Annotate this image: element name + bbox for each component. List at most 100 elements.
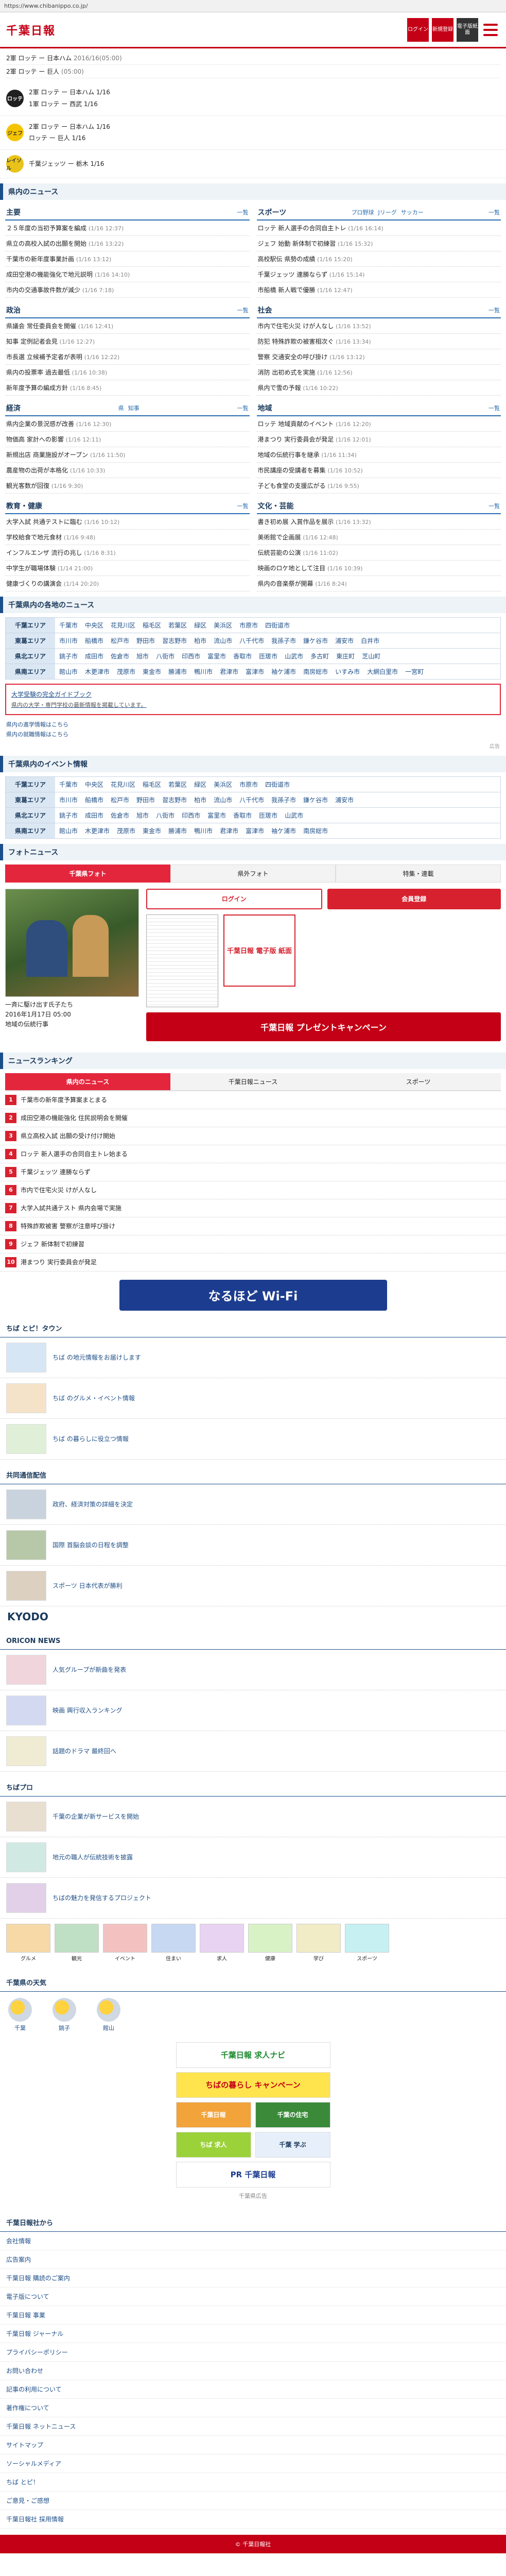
area-label[interactable]: 千葉エリア [6,618,55,633]
town-link[interactable]: 袖ケ浦市 [271,826,296,835]
news-subtab[interactable]: サッカー [401,208,424,216]
town-link[interactable]: 匝瑳市 [259,811,277,820]
news-item[interactable]: 物価高 家計への影響 (1/16 12:11) [5,432,250,448]
ranking-item[interactable]: 4 ロッテ 新人選手の合同自主トレ始まる [0,1145,506,1163]
news-item[interactable]: ジェフ 始動 新体制で初練習 (1/16 15:32) [256,236,501,252]
town-link[interactable]: 柏市 [194,636,206,645]
company-link[interactable]: 千葉日報社 採用情報 [0,2510,506,2529]
town-link[interactable]: 中央区 [85,780,103,789]
news-item[interactable]: 美術館で企画展 (1/16 12:48) [256,530,501,546]
town-link[interactable]: 袖ケ浦市 [271,667,296,676]
more-link[interactable]: 一覧 [237,208,249,216]
media-item[interactable]: スポーツ 日本代表が勝利 [0,1566,506,1606]
area-label[interactable]: 県北エリア [6,807,55,823]
news-item[interactable]: 市民講座の受講者を募集 (1/16 10:52) [256,463,501,479]
town-link[interactable]: 八街市 [156,811,175,820]
weather-item[interactable]: 館山 [97,1997,120,2032]
epaper-button[interactable]: 電子版紙面 [457,18,478,42]
area-label[interactable]: 県南エリア [6,823,55,838]
ranking-item[interactable]: 5 千葉ジェッツ 連勝ならず [0,1163,506,1181]
news-item[interactable]: 知事 定例記者会見 (1/16 12:27) [5,334,250,350]
news-item[interactable]: 千葉市の新年度事業計画 (1/16 13:12) [5,251,250,267]
news-item[interactable]: 県立の高校入試の出願を開始 (1/16 13:22) [5,236,250,252]
town-link[interactable]: 旭市 [136,652,149,660]
ranking-item[interactable]: 10 港まつり 実行委員会が発足 [0,1253,506,1272]
news-subtab[interactable]: Jリーグ [378,208,396,216]
media-item[interactable]: 人気グループが新曲を発表 [0,1650,506,1690]
team-block[interactable]: ロッテ 2軍 ロッテ ー 日本ハム 1/16 1軍 ロッテ ー 西武 1/16 [0,81,506,116]
town-link[interactable]: 印西市 [182,652,200,660]
company-link[interactable]: 千葉日報 ネットニュース [0,2417,506,2436]
news-item[interactable]: 防犯 特殊詐欺の被害相次ぐ (1/16 13:34) [256,334,501,350]
team-block[interactable]: ジェフ 2軍 ロッテ ー 日本ハム 1/16 ロッテ ー 巨人 1/16 [0,116,506,150]
town-link[interactable]: 市原市 [239,780,258,789]
town-link[interactable]: 市川市 [59,636,78,645]
news-subtab[interactable]: 県 [118,404,124,412]
town-link[interactable]: 富津市 [246,667,264,676]
news-item[interactable]: 県議会 常任委員会を開催 (1/16 12:41) [5,318,250,334]
company-link[interactable]: 千葉日報 購読のご案内 [0,2269,506,2287]
site-logo[interactable]: 千葉日報 [6,22,56,38]
town-link[interactable]: 花見川区 [111,621,135,630]
town-link[interactable]: 南房総市 [303,826,328,835]
news-item[interactable]: 消防 出初め式を実施 (1/16 12:56) [256,365,501,381]
media-item[interactable]: 千葉の企業が新サービスを開始 [0,1797,506,1837]
company-link[interactable]: 千葉日報 ジャーナル [0,2325,506,2343]
news-item[interactable]: 高校駅伝 県勢の成績 (1/16 15:20) [256,251,501,267]
town-link[interactable]: 習志野市 [162,636,187,645]
town-link[interactable]: 鎌ケ谷市 [303,795,328,804]
town-link[interactable]: 東庄町 [336,652,355,660]
town-link[interactable]: 千葉市 [59,621,78,630]
town-link[interactable]: 八千代市 [239,795,264,804]
town-link[interactable]: 銚子市 [59,811,78,820]
weather-item[interactable]: 銚子 [53,1997,76,2032]
town-link[interactable]: 浦安市 [335,795,354,804]
company-link[interactable]: 著作権について [0,2399,506,2417]
media-item[interactable]: ちばの魅力を発信するプロジェクト [0,1878,506,1919]
town-link[interactable]: 中央区 [85,621,103,630]
media-item[interactable]: 国際 首脳会談の日程を調整 [0,1525,506,1566]
member-register-button[interactable]: 会員登録 [327,888,501,909]
town-link[interactable]: 千葉市 [59,780,78,789]
company-link[interactable]: 会社情報 [0,2232,506,2250]
ranking-item[interactable]: 6 市内で住宅火災 けが人なし [0,1181,506,1199]
news-item[interactable]: インフルエンザ 流行の兆し (1/16 8:31) [5,545,250,561]
town-link[interactable]: 佐倉市 [111,811,129,820]
company-link[interactable]: 千葉日報 事業 [0,2306,506,2325]
ad-banner[interactable]: ちば 求人 [176,2131,251,2158]
news-item[interactable]: 市内で住宅火災 けが人なし (1/16 13:52) [256,318,501,334]
town-link[interactable]: 富津市 [246,826,264,835]
schedule-item[interactable]: 2軍 ロッテ ー 日本ハム 2016/16(05:00) [6,52,500,65]
news-item[interactable]: 農産物の出荷が本格化 (1/16 10:33) [5,463,250,479]
news-column-title[interactable]: スポーツ [258,207,287,217]
town-link[interactable]: 君津市 [220,667,238,676]
ranking-item[interactable]: 7 大学入試共通テスト 県内会場で実施 [0,1199,506,1217]
town-link[interactable]: 成田市 [85,652,103,660]
chibapro-tile[interactable]: グルメ [6,1923,50,1962]
ranking-item[interactable]: 9 ジェフ 新体制で初練習 [0,1235,506,1253]
news-column-title[interactable]: 政治 [6,305,21,315]
town-link[interactable]: 東金市 [143,826,161,835]
chibapro-tile[interactable]: 観光 [55,1923,99,1962]
town-link[interactable]: 白井市 [361,636,379,645]
chibapro-tile[interactable]: スポーツ [345,1923,389,1962]
media-item[interactable]: 政府、経済対策の詳細を決定 [0,1484,506,1525]
town-link[interactable]: 山武市 [285,811,303,820]
hamburger-menu-icon[interactable] [481,22,500,38]
more-link[interactable]: 一覧 [488,306,500,314]
town-link[interactable]: 一宮町 [405,667,424,676]
news-item[interactable]: ロッテ 地域貢献のイベント (1/16 12:20) [256,416,501,432]
news-item[interactable]: 観光客数が回復 (1/16 9:30) [5,478,250,494]
news-item[interactable]: 千葉ジェッツ 連勝ならず (1/16 15:14) [256,267,501,283]
news-subtab[interactable]: 知事 [128,404,139,412]
town-link[interactable]: 我孫子市 [271,636,296,645]
town-link[interactable]: 浦安市 [335,636,354,645]
town-link[interactable]: 流山市 [214,795,232,804]
town-link[interactable]: 富里市 [207,652,226,660]
town-link[interactable]: 習志野市 [162,795,187,804]
town-link[interactable]: 稲毛区 [143,780,161,789]
news-column-title[interactable]: 主要 [6,207,21,217]
chibapro-tile[interactable]: イベント [103,1923,147,1962]
town-link[interactable]: 勝浦市 [168,826,187,835]
more-link[interactable]: 一覧 [237,502,249,510]
